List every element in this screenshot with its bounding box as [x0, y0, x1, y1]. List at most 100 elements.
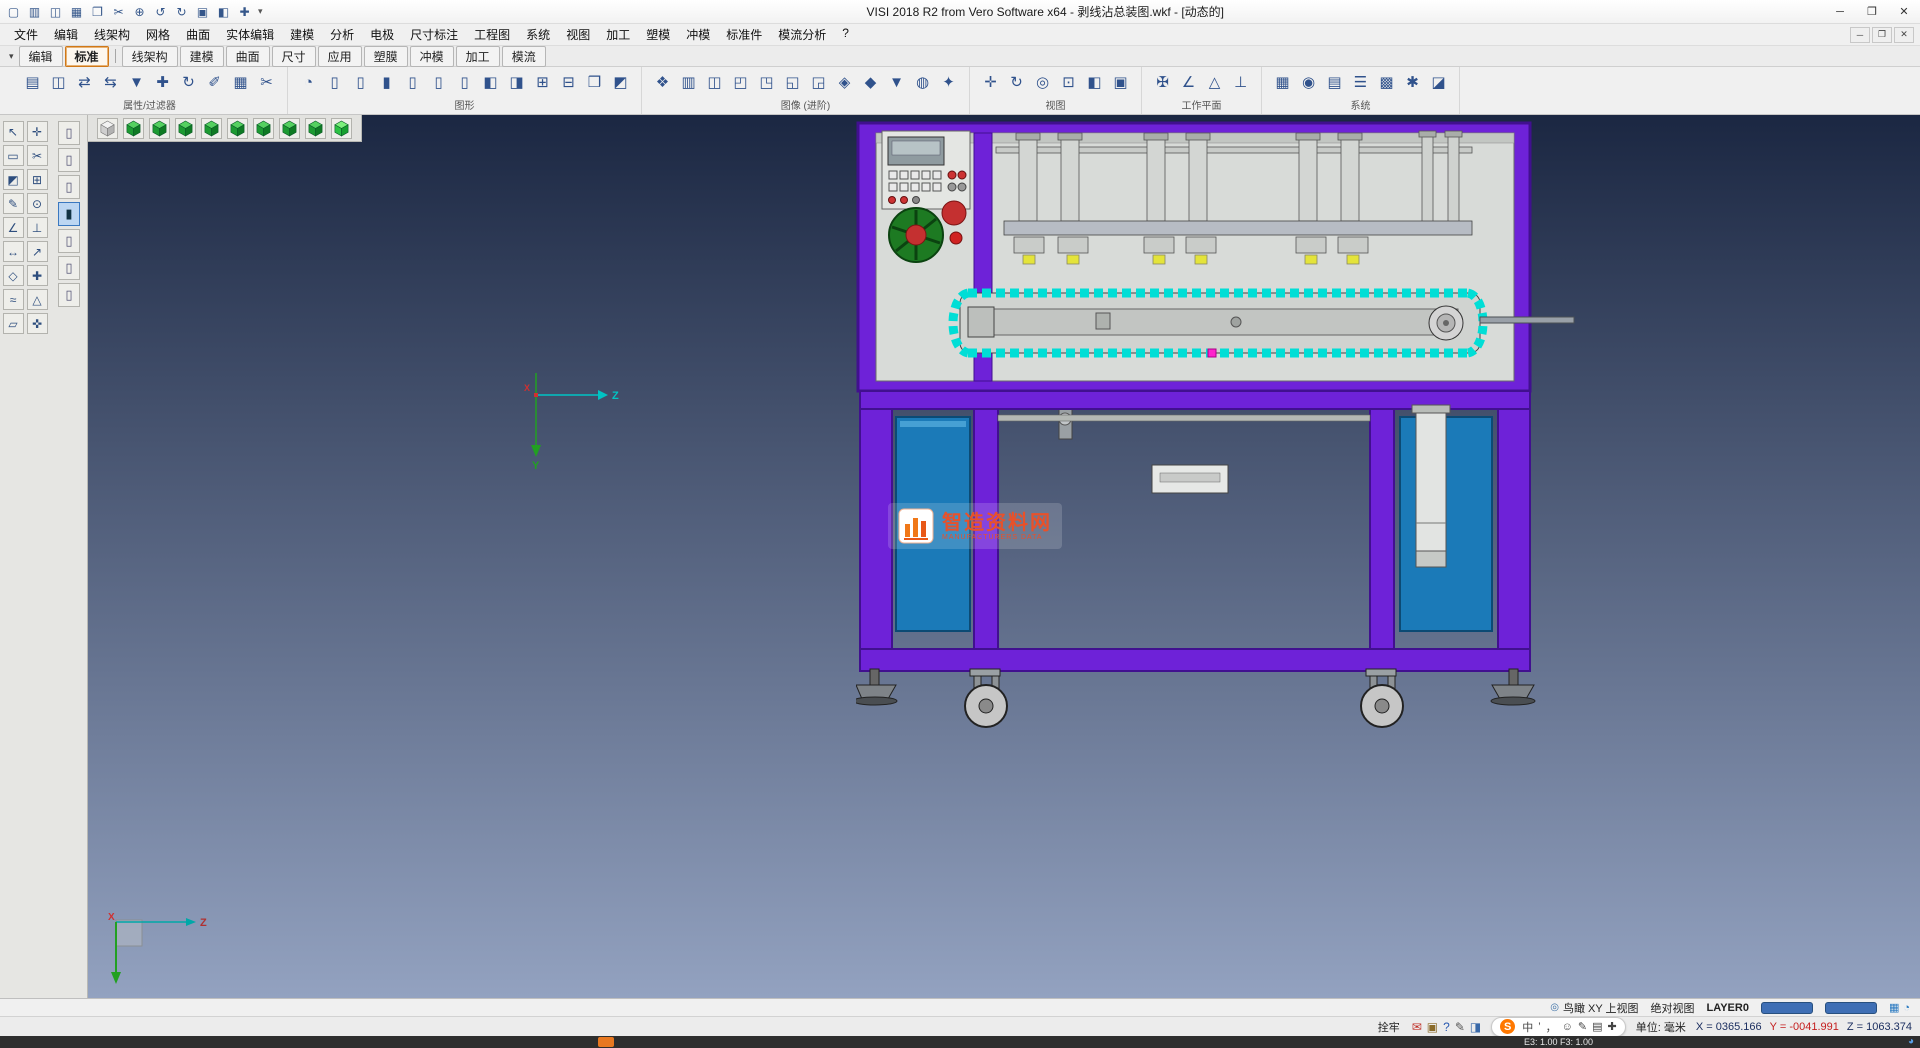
redo-icon[interactable]: ↻ — [172, 2, 191, 21]
zoom-target-icon[interactable]: ◎ — [1031, 70, 1054, 94]
texture-icon[interactable]: ▥ — [677, 70, 700, 94]
tab-plastic-film[interactable]: 塑膜 — [364, 46, 408, 67]
minimize-button[interactable]: ─ — [1824, 1, 1856, 23]
light-bl-icon[interactable]: ◱ — [781, 70, 804, 94]
frame-box-icon[interactable]: ❒ — [583, 70, 606, 94]
workplane-angle-icon[interactable]: ∠ — [1177, 70, 1200, 94]
mask-icon[interactable]: ◪ — [1427, 70, 1450, 94]
dynamic-rotate-icon[interactable] — [331, 118, 352, 139]
grid-filter-icon[interactable]: ▦ — [229, 70, 252, 94]
absolute-view-button[interactable]: 绝对视图 — [1651, 1000, 1695, 1016]
menu-edit[interactable]: 编辑 — [46, 24, 86, 45]
render-icon[interactable]: ❖ — [651, 70, 674, 94]
filter-dropdown-icon[interactable]: ▼ — [125, 70, 148, 94]
rotate-view-icon[interactable]: ↻ — [1005, 70, 1028, 94]
pattern-icon[interactable]: ▩ — [1375, 70, 1398, 94]
cross-icon[interactable]: ✜ — [27, 313, 48, 334]
taskbar-app-icon[interactable] — [598, 1037, 614, 1047]
display-hidden-icon[interactable]: ▯ — [58, 148, 80, 172]
column1-icon[interactable]: ▯ — [401, 70, 424, 94]
mirror-icon[interactable]: ↔ — [3, 241, 24, 262]
add-box-icon[interactable]: ⊞ — [531, 70, 554, 94]
display-transparent-icon[interactable]: ▯ — [58, 229, 80, 253]
exchange-icon[interactable]: ⇆ — [99, 70, 122, 94]
tab-machining[interactable]: 加工 — [456, 46, 500, 67]
menu-wireframe[interactable]: 线架构 — [86, 24, 138, 45]
select-icon[interactable]: ↖ — [3, 121, 24, 142]
tab-moldflow[interactable]: 模流 — [502, 46, 546, 67]
ime-emoji-button[interactable]: ☺ — [1562, 1021, 1573, 1033]
tab-standard[interactable]: 标准 — [65, 46, 109, 67]
view-name-indicator[interactable]: ◎ 鸟瞰 XY 上视图 — [1550, 1000, 1638, 1016]
box-select-icon[interactable]: ▭ — [3, 145, 24, 166]
sphere-icon[interactable]: ◍ — [911, 70, 934, 94]
column3-icon[interactable]: ▯ — [453, 70, 476, 94]
menu-mold[interactable]: 塑模 — [638, 24, 678, 45]
tray-icon[interactable]: ◕ — [1908, 1036, 1914, 1047]
list-icon[interactable]: ☰ — [1349, 70, 1372, 94]
split-view-icon[interactable]: ◧ — [1083, 70, 1106, 94]
smart-select-icon[interactable]: ✛ — [27, 121, 48, 142]
workplane-normal-icon[interactable]: ⊥ — [1229, 70, 1252, 94]
fit-view-icon[interactable]: ▣ — [1109, 70, 1132, 94]
display-analysis-icon[interactable]: ▯ — [58, 256, 80, 280]
front-view-icon[interactable] — [227, 118, 248, 139]
view-icon[interactable]: ◧ — [214, 2, 233, 21]
doc-restore-button[interactable]: ❐ — [1872, 27, 1892, 43]
menu-dimension[interactable]: 尺寸标注 — [402, 24, 466, 45]
close-button[interactable]: ✕ — [1888, 1, 1920, 23]
display-shaded-edges-icon[interactable]: ▮ — [58, 202, 80, 226]
left-view-icon[interactable] — [279, 118, 300, 139]
pan-icon[interactable]: ✛ — [979, 70, 1002, 94]
machine-model[interactable] — [856, 121, 1576, 741]
print-icon[interactable]: ❐ — [88, 2, 107, 21]
ime-lang-button[interactable]: 中 — [1522, 1019, 1533, 1035]
open-file-icon[interactable]: ▥ — [25, 2, 44, 21]
shade-icon[interactable]: ◩ — [609, 70, 632, 94]
image-dropdown-icon[interactable]: ▼ — [885, 70, 908, 94]
sphere-mini-icon[interactable]: ◔ — [1903, 1002, 1910, 1014]
half-left-icon[interactable]: ◧ — [479, 70, 502, 94]
display-section-icon[interactable]: ▯ — [58, 283, 80, 307]
add-icon[interactable]: ✚ — [235, 2, 254, 21]
point-icon[interactable]: ⊙ — [27, 193, 48, 214]
pen-color-chip[interactable] — [1825, 1002, 1877, 1014]
link-icon[interactable]: ⇄ — [73, 70, 96, 94]
snapshot-icon[interactable]: ▣ — [1427, 1020, 1438, 1034]
palette-icon[interactable]: ▦ — [1889, 1001, 1899, 1014]
copy-icon[interactable]: ⊕ — [130, 2, 149, 21]
quick-access-caret-icon[interactable]: ▾ — [254, 6, 267, 17]
menu-die[interactable]: 冲模 — [678, 24, 718, 45]
zoom-icon[interactable]: ▣ — [193, 2, 212, 21]
gem-icon[interactable]: ◈ — [833, 70, 856, 94]
triangle-icon[interactable]: △ — [27, 289, 48, 310]
ime-keyboard-button[interactable]: ▤ — [1592, 1020, 1602, 1033]
zoom-cube-icon[interactable] — [123, 118, 144, 139]
workplane-icon[interactable]: ✠ — [1151, 70, 1174, 94]
menu-system[interactable]: 系统 — [518, 24, 558, 45]
tab-modeling[interactable]: 建模 — [180, 46, 224, 67]
remove-box-icon[interactable]: ⊟ — [557, 70, 580, 94]
tab-surface[interactable]: 曲面 — [226, 46, 270, 67]
new-file-icon[interactable]: ▢ — [4, 2, 23, 21]
workplane-3pt-icon[interactable]: △ — [1203, 70, 1226, 94]
grid-system-icon[interactable]: ▦ — [1271, 70, 1294, 94]
tab-application[interactable]: 应用 — [318, 46, 362, 67]
doc-minimize-button[interactable]: ─ — [1850, 27, 1870, 43]
cylinder-active-icon[interactable]: ▮ — [375, 70, 398, 94]
trim-icon[interactable]: ✂ — [27, 145, 48, 166]
ime-pen-button[interactable]: ✎ — [1578, 1020, 1587, 1033]
filter-preview-icon[interactable]: ◫ — [47, 70, 70, 94]
viewport[interactable]: Z Y X 智造资料网 MANUFACTURERS DATA — [88, 115, 1920, 998]
panel-status-icon[interactable]: ◨ — [1470, 1020, 1481, 1034]
add-filter-icon[interactable]: ✚ — [151, 70, 174, 94]
tab-dimension[interactable]: 尺寸 — [272, 46, 316, 67]
tab-wireframe[interactable]: 线架构 — [122, 46, 178, 67]
chamfer-icon[interactable]: ◩ — [3, 169, 24, 190]
cut-icon[interactable]: ✂ — [109, 2, 128, 21]
table-icon[interactable]: ▤ — [1323, 70, 1346, 94]
menu-view[interactable]: 视图 — [558, 24, 598, 45]
sparkle-icon[interactable]: ✦ — [937, 70, 960, 94]
solid-icon[interactable]: ◆ — [859, 70, 882, 94]
tab-dropdown-icon[interactable]: ▾ — [4, 51, 19, 62]
